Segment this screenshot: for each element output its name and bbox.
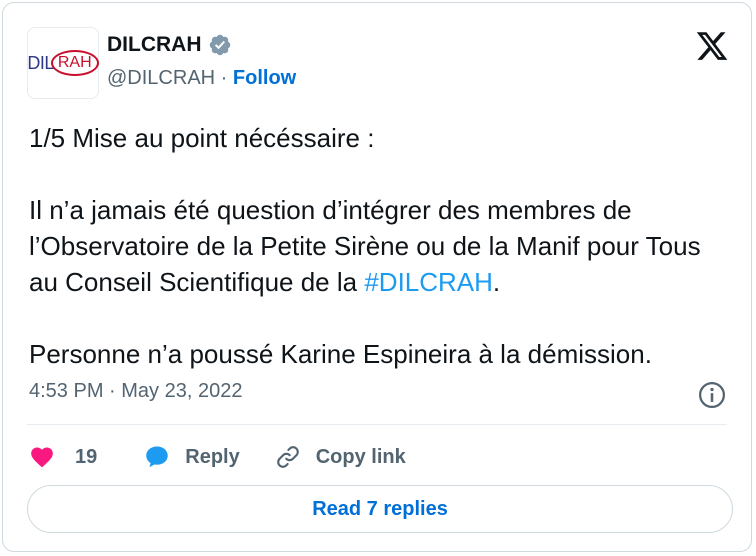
tweet-paragraph-2-end: .	[492, 267, 501, 297]
author-handle-row: @DILCRAH · Follow	[107, 67, 296, 90]
copy-link-button[interactable]: Copy link	[274, 443, 406, 471]
tweet-line-1: 1/5 Mise au point nécéssaire :	[29, 123, 375, 153]
like-count: 19	[75, 445, 98, 468]
author-handle[interactable]: @DILCRAH	[107, 67, 215, 89]
avatar-logo-text-dil: DIL	[27, 52, 54, 73]
reply-bubble-icon	[146, 446, 168, 468]
reply-label: Reply	[185, 445, 240, 468]
link-icon	[276, 446, 299, 468]
tweet-card: DIL RAH DILCRAH @DILCRAH · Follow 1/5 Mi…	[2, 2, 752, 552]
hashtag-link[interactable]: #DILCRAH	[364, 267, 493, 297]
follow-button[interactable]: Follow	[233, 67, 296, 89]
info-icon[interactable]	[697, 380, 727, 410]
tweet-timestamp[interactable]: 4:53 PM · May 23, 2022	[29, 380, 242, 403]
avatar-logo-text-rah: RAH	[50, 50, 99, 76]
action-bar: 19 Reply Copy link	[29, 440, 406, 474]
verified-badge-icon	[209, 34, 230, 56]
read-replies-label: Read 7 replies	[312, 497, 448, 520]
tweet-paragraph-3: Personne n’a poussé Karine Espineira à l…	[29, 339, 652, 369]
like-button[interactable]: 19	[29, 444, 97, 470]
read-replies-button[interactable]: Read 7 replies	[27, 485, 733, 533]
author-name[interactable]: DILCRAH	[107, 33, 202, 57]
copy-link-label: Copy link	[315, 445, 406, 468]
x-logo-icon[interactable]	[695, 29, 729, 63]
divider	[27, 424, 727, 425]
author-name-row: DILCRAH	[107, 33, 232, 57]
avatar[interactable]: DIL RAH	[27, 27, 99, 99]
reply-button[interactable]: Reply	[143, 443, 240, 471]
heart-icon	[31, 447, 53, 468]
tweet-paragraph-2: Il n’a jamais été question d’intégrer de…	[29, 192, 734, 300]
tweet-text: 1/5 Mise au point nécéssaire : Il n’a ja…	[29, 120, 734, 372]
separator: ·	[220, 67, 228, 89]
